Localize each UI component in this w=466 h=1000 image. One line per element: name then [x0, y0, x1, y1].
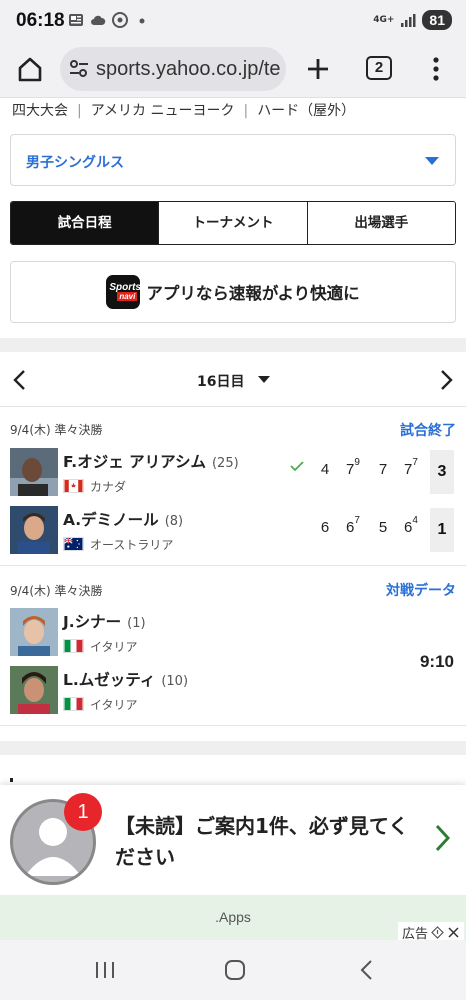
set-score: 7 [378, 461, 388, 478]
set-score: 77 [404, 457, 418, 478]
australia-flag-icon [63, 537, 84, 551]
tab-players[interactable]: 出場選手 [307, 202, 455, 244]
chevron-right-icon[interactable] [436, 368, 456, 392]
event-dropdown[interactable]: 男子シングルス [10, 134, 456, 186]
set-score: 4 [320, 461, 330, 478]
status-bar: 06:18 4G+ 81 [0, 0, 466, 42]
adchoices-icon[interactable] [431, 926, 444, 939]
player-row: A.デミノール (8) オーストラリア 6 67 5 64 1 [10, 506, 456, 556]
caret-down-icon [425, 157, 439, 165]
set-score: 64 [404, 515, 418, 536]
italy-flag-icon [63, 639, 84, 653]
player-photo [10, 666, 58, 714]
player-photo [10, 608, 58, 656]
player-country: カナダ [63, 478, 126, 495]
player-row: J.シナー (1) イタリア [10, 608, 456, 658]
notification-badge: 1 [64, 793, 102, 831]
info-category: 四大大会 [12, 103, 68, 119]
player-photo [10, 506, 58, 554]
address-bar[interactable]: sports.yahoo.co.jp/te [60, 47, 286, 91]
italy-flag-icon [63, 697, 84, 711]
caret-down-icon[interactable] [258, 376, 270, 383]
set-score: 5 [378, 519, 388, 536]
ad-banner[interactable]: 1 【未読】ご案内1件、必ず見てください [0, 785, 466, 895]
info-location: アメリカ ニューヨーク [90, 103, 235, 119]
player-country: イタリア [63, 696, 138, 713]
player-country: イタリア [63, 638, 138, 655]
browser-toolbar: sports.yahoo.co.jp/te 2 [0, 42, 466, 98]
section-tabs: 試合日程 トーナメント 出場選手 [10, 201, 456, 245]
set-score: 67 [346, 515, 360, 536]
dot-icon [139, 18, 145, 24]
ad-message[interactable]: 【未読】ご案内1件、必ず見てください [115, 811, 425, 873]
match-date: 9/4(木) 準々決勝 [10, 423, 103, 437]
info-surface: ハード（屋外） [257, 103, 356, 119]
ad-strip[interactable]: .Apps [0, 895, 466, 940]
status-right: 4G+ 81 [373, 10, 452, 30]
player-name: J.シナー (1) [63, 613, 146, 631]
player-row: L.ムゼッティ (10) イタリア [10, 666, 456, 716]
promo-text: アプリなら速報がより快適に [146, 284, 360, 303]
set-score: 79 [346, 457, 360, 478]
system-nav-bar [0, 940, 466, 1000]
match-status-link[interactable]: 試合終了 [400, 420, 456, 440]
match-date: 9/4(木) 準々決勝 [10, 584, 103, 598]
player-row: F.オジェ アリアシム (25) カナダ 4 79 7 77 3 [10, 448, 456, 498]
close-icon[interactable] [447, 926, 460, 939]
sportsnavi-logo: Sports navi [106, 275, 141, 309]
sets-won: 1 [430, 508, 454, 552]
next-section-start [10, 778, 13, 782]
site-settings-icon[interactable] [68, 59, 90, 79]
player-country: オーストラリア [63, 536, 173, 553]
day-navigator: 16日目 [0, 352, 466, 407]
news-icon [69, 14, 83, 26]
back-icon[interactable] [356, 960, 378, 980]
tournament-info: 四大大会 | アメリカ ニューヨーク | ハード（屋外） [12, 103, 356, 119]
match-card[interactable]: 9/4(木) 準々決勝 試合終了 F.オジェ アリアシム (25) カナダ 4 7… [0, 407, 466, 566]
section-divider [0, 338, 466, 352]
status-time: 06:18 [16, 10, 65, 31]
chrome-icon [112, 12, 128, 28]
player-name: L.ムゼッティ (10) [63, 671, 189, 689]
signal-icon [401, 14, 416, 27]
tab-schedule[interactable]: 試合日程 [11, 202, 160, 244]
more-menu-icon[interactable] [424, 53, 448, 85]
status-icons [68, 12, 150, 28]
app-promo-banner[interactable]: Sports navi アプリなら速報がより快適に [10, 261, 456, 323]
section-divider [0, 741, 466, 755]
tab-switcher-button[interactable]: 2 [366, 56, 392, 80]
home-icon[interactable] [14, 53, 46, 85]
tab-tournament[interactable]: トーナメント [159, 202, 308, 244]
day-label[interactable]: 16日目 [197, 371, 244, 391]
new-tab-icon[interactable] [302, 53, 334, 85]
set-score: 6 [320, 519, 330, 536]
match-start-time: 9:10 [419, 652, 454, 671]
canada-flag-icon [63, 479, 84, 493]
network-type: 4G+ [373, 14, 395, 25]
player-photo [10, 448, 58, 496]
player-name: A.デミノール (8) [63, 511, 184, 529]
recent-apps-icon[interactable] [94, 960, 116, 980]
cloud-icon [91, 15, 106, 25]
home-nav-icon[interactable] [224, 960, 246, 980]
event-dropdown-value: 男子シングルス [26, 155, 124, 171]
head-to-head-link[interactable]: 対戦データ [386, 580, 456, 600]
match-card[interactable]: 9/4(木) 準々決勝 対戦データ J.シナー (1) イタリア L.ムゼッティ(… [0, 566, 466, 726]
chevron-left-icon[interactable] [10, 368, 30, 392]
player-name: F.オジェ アリアシム (25) [63, 453, 239, 471]
url-text: sports.yahoo.co.jp/te [96, 58, 281, 80]
winner-check-icon [290, 461, 304, 472]
chevron-right-icon[interactable] [432, 823, 452, 853]
sets-won: 3 [430, 450, 454, 494]
battery-indicator: 81 [422, 10, 452, 30]
